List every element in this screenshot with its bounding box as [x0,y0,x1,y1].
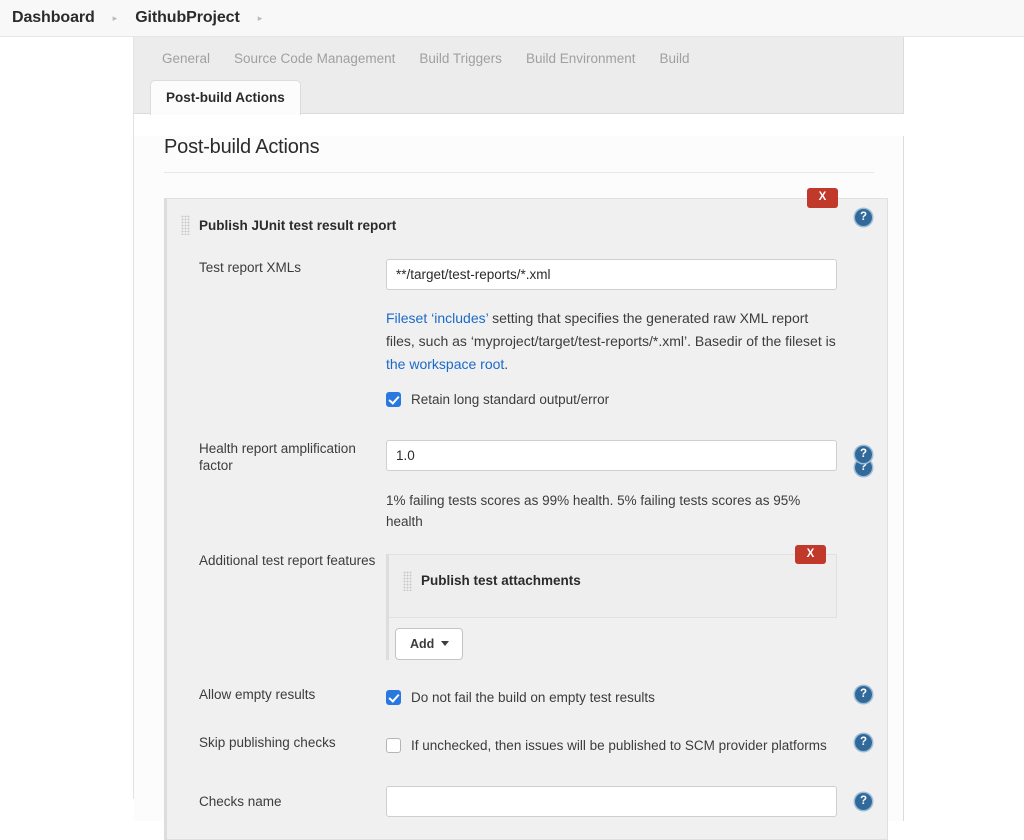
row-additional-features: Additional test report features Publish … [167,552,887,660]
retain-long-output-label[interactable]: Retain long standard output/error [411,390,609,410]
skip-publishing-checks-label[interactable]: If unchecked, then issues will be publis… [411,736,827,756]
remove-publish-junit-button[interactable]: X [807,188,838,208]
page-body: General Source Code Management Build Tri… [0,37,1024,799]
skip-publishing-checks-checkbox[interactable] [386,738,401,753]
page-title: Post-build Actions [164,136,888,159]
breadcrumb: Dashboard ▸ GithubProject ▸ [0,0,1024,37]
help-icon-allow-empty[interactable]: ? [855,686,872,703]
label-additional-features: Additional test report features [167,552,386,570]
content-column: General Source Code Management Build Tri… [134,37,1024,799]
tab-general[interactable]: General [150,51,222,66]
breadcrumb-separator-icon: ▸ [103,14,128,23]
add-button-label: Add [410,637,434,651]
checks-name-input[interactable] [386,786,837,817]
block-header: Publish JUnit test result report X ? [167,199,887,243]
breadcrumb-separator-icon-2: ▸ [248,14,273,23]
workspace-root-link[interactable]: the workspace root [386,356,504,372]
tab-post-build-actions[interactable]: Post-build Actions [150,80,301,115]
row-allow-empty-results: Allow empty results Do not fail the buil… [167,686,887,708]
subblock-title: Publish test attachments [421,573,581,588]
field-skip-publishing-checks: If unchecked, then issues will be publis… [386,734,887,756]
field-test-report-xmls: Fileset ‘includes’ setting that specifie… [386,259,887,410]
title-divider [164,172,874,173]
breadcrumb-item-dashboard[interactable]: Dashboard [4,9,103,27]
publish-test-attachments-item: Publish test attachments X [389,554,837,618]
label-test-report-xmls: Test report XMLs [167,259,386,277]
allow-empty-results-checkbox[interactable] [386,690,401,705]
field-health-factor: 1% failing tests scores as 99% health. 5… [386,440,887,533]
skip-checks-checkbox-row: If unchecked, then issues will be publis… [386,736,837,756]
drag-handle-icon[interactable] [181,215,190,235]
health-factor-description: 1% failing tests scores as 99% health. 5… [386,491,837,533]
tab-row-primary: General Source Code Management Build Tri… [134,37,903,79]
tab-build-triggers[interactable]: Build Triggers [407,51,514,66]
fileset-includes-link[interactable]: Fileset ‘includes’ [386,310,488,326]
test-report-xmls-description: Fileset ‘includes’ setting that specifie… [386,307,837,376]
field-additional-features: Publish test attachments X Add [386,552,887,660]
label-checks-name: Checks name [167,786,386,811]
allow-empty-results-label[interactable]: Do not fail the build on empty test resu… [411,688,655,708]
additional-features-list: Publish test attachments X Add [386,554,837,660]
help-icon-checks-name[interactable]: ? [855,793,872,810]
help-icon-block[interactable]: ? [855,209,872,226]
tab-source-code-management[interactable]: Source Code Management [222,51,407,66]
label-health-factor: Health report amplification factor [167,440,386,475]
tab-build-environment[interactable]: Build Environment [514,51,648,66]
publish-junit-block: Publish JUnit test result report X ? Tes… [164,198,888,840]
main-panel: Post-build Actions Publish JUnit test re… [134,136,904,821]
row-skip-publishing-checks: Skip publishing checks If unchecked, the… [167,734,887,756]
row-health-factor: Health report amplification factor 1% fa… [167,440,887,533]
left-gutter [0,37,134,799]
label-skip-publishing-checks: Skip publishing checks [167,734,386,752]
help-icon-health-factor[interactable]: ? [855,446,872,463]
help-text-part-2: . [504,356,508,372]
breadcrumb-item-githubproject[interactable]: GithubProject [127,9,247,27]
allow-empty-checkbox-row: Do not fail the build on empty test resu… [386,688,837,708]
subblock-header: Publish test attachments [403,571,836,591]
tab-row-secondary: Post-build Actions [134,79,903,114]
test-report-xmls-input[interactable] [386,259,837,290]
field-allow-empty-results: Do not fail the build on empty test resu… [386,686,887,708]
block-title: Publish JUnit test result report [199,218,396,233]
field-checks-name: ? [386,786,887,817]
config-tab-strip: General Source Code Management Build Tri… [134,37,904,114]
drag-handle-icon-attachments[interactable] [403,571,412,591]
tab-build[interactable]: Build [648,51,702,66]
row-test-report-xmls: Test report XMLs Fileset ‘includes’ sett… [167,259,887,410]
chevron-down-icon [441,641,449,646]
help-icon-skip-checks[interactable]: ? [855,734,872,751]
health-factor-input[interactable] [386,440,837,471]
retain-long-output-checkbox[interactable] [386,392,401,407]
add-feature-button[interactable]: Add [395,628,463,660]
label-allow-empty-results: Allow empty results [167,686,386,704]
remove-publish-test-attachments-button[interactable]: X [795,545,826,565]
row-checks-name: Checks name ? [167,786,887,817]
retain-output-checkbox-row: Retain long standard output/error [386,390,837,410]
